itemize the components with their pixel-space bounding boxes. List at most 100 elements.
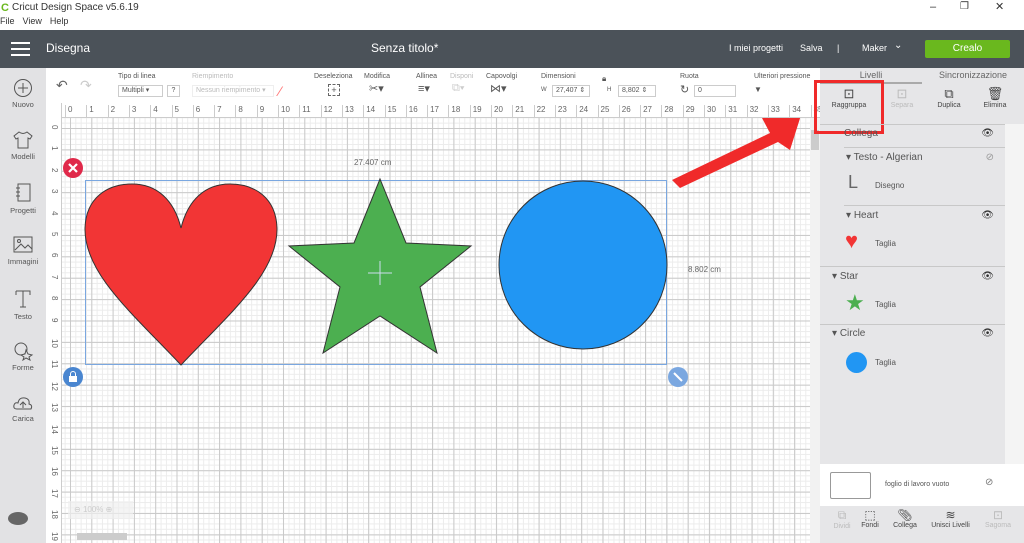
deselect-button[interactable]: + — [328, 84, 340, 96]
tab-sync[interactable]: Sincronizzazione — [922, 68, 1024, 84]
blank-canvas-label: foglio di lavoro vuoto — [885, 481, 950, 488]
heart-shape[interactable] — [84, 183, 278, 366]
duplicate-button[interactable]: ⧉ Duplica — [924, 86, 974, 109]
width-input[interactable]: 27,407 ⇕ — [552, 85, 590, 97]
hamburger-menu-icon[interactable] — [11, 42, 30, 56]
lock-ratio-icon[interactable]: 🔒︎ — [602, 74, 606, 84]
circle-shape[interactable] — [498, 180, 668, 350]
eye-icon[interactable]: 👁︎ — [981, 128, 994, 139]
restore-button[interactable]: ❐ — [960, 0, 969, 14]
layer-operation: Taglia — [875, 358, 896, 367]
sidebar-item-new[interactable]: Nuovo — [0, 78, 46, 109]
ruler-tick-label: 13 — [341, 105, 354, 118]
rotate-input[interactable]: 0 — [694, 85, 736, 97]
arrange-label: Disponi — [450, 73, 474, 80]
text-icon — [15, 290, 31, 308]
sidebar-item-text[interactable]: Testo — [0, 288, 46, 321]
ungroup-icon: ⊡ — [896, 86, 908, 101]
sidebar-item-projects[interactable]: Progetti — [0, 182, 46, 215]
ruler-tick-label: 16 — [50, 467, 59, 477]
linetype-help-button[interactable]: ? — [167, 85, 180, 97]
linetype-label: Tipo di linea — [118, 73, 156, 80]
weld-icon: ⬚ — [864, 508, 876, 522]
design-canvas[interactable]: 27.407 cm 8.802 cm ⊖ 100% ⊕ — [62, 118, 810, 543]
sidebar-item-upload[interactable]: Carica — [0, 394, 46, 423]
fill-color-swatch[interactable]: ⁄ — [279, 83, 281, 99]
flatten-button[interactable]: ≋ Unisci Livelli — [928, 508, 973, 529]
flip-icon[interactable]: ⋈▾ — [490, 82, 507, 95]
make-it-button[interactable]: Crealo — [925, 40, 1010, 58]
vertical-scrollbar[interactable] — [810, 118, 820, 543]
title-bar: C Cricut Design Space v5.6.19 – ❐ ✕ — [0, 0, 1024, 16]
delete-button[interactable]: 🗑︎ Elimina — [970, 86, 1020, 109]
edit-tools-icon[interactable]: ✂▾ — [369, 82, 384, 95]
text-thumbnail-icon: L — [848, 172, 859, 192]
layer-operation: Taglia — [875, 300, 896, 309]
sidebar-item-images[interactable]: Immagini — [0, 235, 46, 266]
ruler-tick-label: 26 — [618, 105, 631, 118]
my-projects-link[interactable]: I miei progetti — [729, 43, 783, 53]
tshirt-icon — [13, 131, 33, 149]
ruler-tick-label: 22 — [533, 105, 546, 118]
redo-icon[interactable]: ↷ — [80, 77, 92, 94]
ruler-tick-label: 12 — [50, 381, 59, 391]
width-label: W — [541, 87, 547, 93]
ruler-tick-label: 8 — [50, 296, 59, 301]
eye-icon[interactable]: 👁︎ — [981, 271, 994, 282]
align-icon[interactable]: ≡▾ — [418, 82, 430, 95]
ruler-tick-label: 15 — [384, 105, 396, 118]
edit-label: Modifica — [364, 73, 391, 80]
chevron-down-icon[interactable]: ⌄ — [894, 40, 902, 51]
fill-select[interactable]: Nessun riempimento ▾ — [192, 85, 274, 97]
separator: | — [837, 43, 840, 53]
eye-hidden-icon[interactable]: ⊘ — [985, 477, 993, 488]
layer-attach-group[interactable]: Collega — [844, 128, 878, 139]
menu-help[interactable]: Help — [50, 16, 69, 26]
ruler-tick-label: 7 — [50, 274, 59, 280]
close-button[interactable]: ✕ — [995, 0, 1004, 14]
menu-view[interactable]: View — [23, 16, 42, 26]
paperclip-icon: 📎︎ — [897, 508, 913, 522]
eye-hidden-icon[interactable]: ⊘ — [986, 152, 994, 163]
weld-button[interactable]: ⬚ Fondi — [850, 508, 890, 529]
sheet-color-swatch[interactable] — [830, 472, 871, 499]
ruler-tick-label: 28 — [661, 105, 673, 118]
layer-circle[interactable]: ▾ Circle — [832, 328, 865, 339]
zoom-control[interactable]: ⊖ 100% ⊕ — [68, 501, 133, 519]
lock-icon — [69, 376, 77, 382]
arrange-icon[interactable]: ⧉▾ — [452, 82, 464, 95]
document-title[interactable]: Senza titolo* — [371, 41, 438, 55]
save-button[interactable]: Salva — [800, 43, 823, 53]
sidebar-item-templates[interactable]: Modelli — [0, 130, 46, 161]
image-icon — [13, 236, 33, 253]
more-options-dropdown[interactable]: ▼ — [754, 85, 762, 94]
sidebar-item-shapes[interactable]: Forme — [0, 341, 46, 372]
ruler-tick-label: 18 — [448, 105, 460, 118]
chat-icon[interactable] — [8, 512, 28, 525]
layer-heart[interactable]: ▾ Heart — [846, 210, 878, 221]
ruler-tick-label: 0 — [50, 125, 59, 130]
cricut-logo-icon: C — [1, 2, 9, 14]
app-header: Disegna Senza titolo* I miei progetti Sa… — [0, 30, 1024, 68]
eye-icon[interactable]: 👁︎ — [981, 328, 994, 339]
menu-bar: File View Help — [0, 16, 76, 29]
attach-button[interactable]: 📎︎ Collega — [885, 508, 925, 529]
eye-icon[interactable]: 👁︎ — [981, 210, 994, 221]
height-input[interactable]: 8,802 ⇕ — [618, 85, 656, 97]
red-arrow-annotation — [672, 118, 801, 188]
ungroup-button[interactable]: ⊡ Separa — [877, 86, 927, 109]
menu-file[interactable]: File — [0, 16, 15, 26]
section-title: Disegna — [46, 41, 91, 55]
horizontal-scrollbar[interactable] — [77, 533, 127, 540]
star-thumbnail-icon: ★ — [845, 290, 865, 315]
ruler-tick-label: 10 — [278, 105, 290, 118]
undo-icon[interactable]: ↶ — [56, 77, 68, 94]
ruler-tick-label: 27 — [640, 105, 652, 118]
layers-scrollbar[interactable] — [1005, 124, 1024, 464]
layer-star[interactable]: ▾ Star — [832, 271, 858, 282]
contour-button[interactable]: ⊡ Sagoma — [978, 508, 1018, 529]
layer-text[interactable]: ▾ Testo - Algerian — [846, 152, 923, 163]
machine-select[interactable]: Maker — [862, 43, 887, 53]
minimize-button[interactable]: – — [930, 0, 936, 14]
linetype-select[interactable]: Multipli ▾ — [118, 85, 163, 97]
